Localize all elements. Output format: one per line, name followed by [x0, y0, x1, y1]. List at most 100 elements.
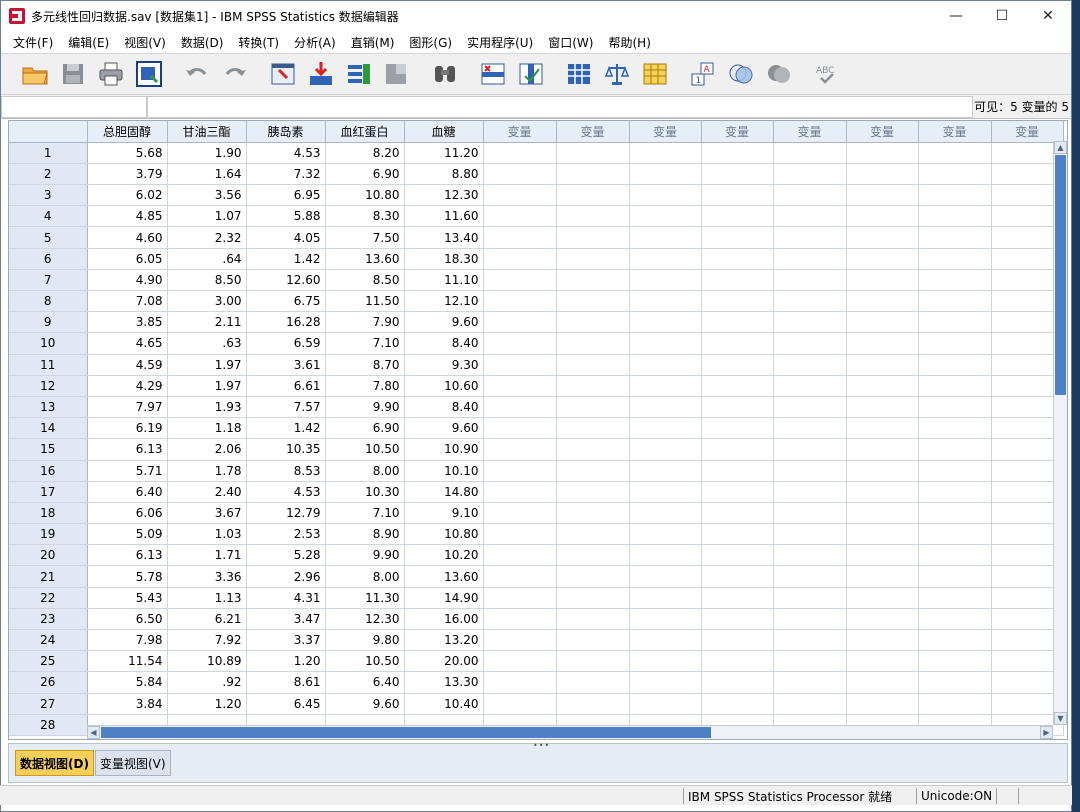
data-cell[interactable]: 9.90	[325, 396, 405, 419]
row-number-header[interactable]: 4	[9, 205, 88, 228]
variable-column-header[interactable]: 胰岛素	[246, 121, 326, 143]
empty-cell[interactable]	[701, 332, 774, 355]
data-cell[interactable]: 1.13	[167, 587, 247, 609]
empty-cell[interactable]	[556, 565, 630, 588]
data-cell[interactable]: 1.20	[167, 693, 247, 715]
data-cell[interactable]: 5.84	[87, 671, 168, 694]
empty-cell[interactable]	[556, 544, 630, 567]
empty-cell[interactable]	[629, 608, 702, 631]
empty-cell[interactable]	[629, 693, 702, 715]
empty-cell[interactable]	[846, 460, 919, 482]
data-cell[interactable]: 3.61	[246, 354, 326, 376]
empty-cell[interactable]	[483, 184, 557, 207]
empty-cell[interactable]	[846, 226, 919, 249]
splitter-handle-icon[interactable]: •••	[533, 741, 550, 750]
empty-cell[interactable]	[629, 311, 702, 334]
empty-cell[interactable]	[918, 396, 992, 419]
empty-cell[interactable]	[556, 671, 630, 694]
empty-cell[interactable]	[701, 375, 774, 397]
empty-cell[interactable]	[701, 502, 774, 525]
split-file-icon[interactable]	[563, 58, 595, 90]
empty-cell[interactable]	[556, 438, 630, 461]
empty-cell[interactable]	[773, 460, 847, 482]
empty-cell[interactable]	[846, 290, 919, 313]
empty-cell[interactable]	[773, 481, 847, 503]
data-cell[interactable]: 6.05	[87, 248, 168, 270]
data-cell[interactable]: 9.10	[404, 502, 484, 525]
data-cell[interactable]: 6.02	[87, 184, 168, 207]
data-cell[interactable]: 2.53	[246, 523, 326, 546]
data-cell[interactable]: 10.10	[404, 460, 484, 482]
empty-cell[interactable]	[918, 375, 992, 397]
empty-cell[interactable]	[629, 396, 702, 419]
row-number-header[interactable]: 1	[9, 142, 88, 164]
empty-cell[interactable]	[918, 290, 992, 313]
empty-cell[interactable]	[556, 587, 630, 609]
row-number-header[interactable]: 9	[9, 311, 88, 334]
empty-cell[interactable]	[701, 184, 774, 207]
empty-cell[interactable]	[629, 629, 702, 652]
minimize-button[interactable]: —	[933, 1, 979, 31]
data-cell[interactable]: 10.40	[404, 693, 484, 715]
empty-cell[interactable]	[918, 523, 992, 546]
empty-cell[interactable]	[846, 248, 919, 270]
empty-cell[interactable]	[483, 163, 557, 186]
data-cell[interactable]: 5.43	[87, 587, 168, 609]
empty-cell[interactable]	[846, 587, 919, 609]
empty-cell[interactable]	[918, 671, 992, 694]
empty-cell[interactable]	[846, 269, 919, 292]
row-number-header[interactable]: 14	[9, 417, 88, 440]
empty-cell[interactable]	[918, 354, 992, 376]
data-cell[interactable]: 12.60	[246, 269, 326, 292]
empty-cell[interactable]	[483, 290, 557, 313]
empty-cell[interactable]	[629, 671, 702, 694]
menu-data[interactable]: 数据(D)	[175, 34, 233, 51]
empty-cell[interactable]	[773, 142, 847, 164]
empty-cell[interactable]	[556, 396, 630, 419]
empty-cell[interactable]	[773, 163, 847, 186]
empty-cell[interactable]	[629, 163, 702, 186]
data-cell[interactable]: 6.21	[167, 608, 247, 631]
empty-cell[interactable]	[773, 396, 847, 419]
empty-cell[interactable]	[701, 481, 774, 503]
data-cell[interactable]: 8.50	[167, 269, 247, 292]
open-folder-icon[interactable]	[19, 58, 51, 90]
empty-cell[interactable]	[701, 417, 774, 440]
data-cell[interactable]: 8.53	[246, 460, 326, 482]
variables-icon[interactable]	[343, 58, 375, 90]
data-cell[interactable]: 9.30	[404, 354, 484, 376]
empty-cell[interactable]	[846, 629, 919, 652]
data-cell[interactable]: 8.40	[404, 332, 484, 355]
empty-cell[interactable]	[556, 332, 630, 355]
empty-cell[interactable]	[483, 629, 557, 652]
empty-cell[interactable]	[556, 375, 630, 397]
data-cell[interactable]: 6.59	[246, 332, 326, 355]
empty-cell[interactable]	[556, 290, 630, 313]
empty-cell[interactable]	[629, 565, 702, 588]
empty-cell[interactable]	[556, 693, 630, 715]
data-cell[interactable]: 8.90	[325, 523, 405, 546]
data-cell[interactable]: 12.30	[404, 184, 484, 207]
data-cell[interactable]: 5.88	[246, 205, 326, 228]
empty-cell[interactable]	[846, 544, 919, 567]
data-cell[interactable]: 7.10	[325, 332, 405, 355]
empty-cell[interactable]	[846, 417, 919, 440]
row-number-header[interactable]: 17	[9, 481, 88, 503]
data-cell[interactable]: 7.10	[325, 502, 405, 525]
show-all-variables-icon[interactable]	[763, 58, 795, 90]
empty-cell[interactable]	[773, 311, 847, 334]
data-cell[interactable]: 4.53	[246, 481, 326, 503]
variable-column-header[interactable]: 甘油三酯	[167, 121, 247, 143]
empty-cell[interactable]	[846, 693, 919, 715]
empty-cell[interactable]	[701, 354, 774, 376]
empty-cell[interactable]	[483, 375, 557, 397]
empty-cell[interactable]	[846, 332, 919, 355]
empty-variable-column-header[interactable]: 变量	[846, 121, 919, 143]
empty-cell[interactable]	[918, 226, 992, 249]
empty-cell[interactable]	[846, 163, 919, 186]
data-cell[interactable]: 4.65	[87, 332, 168, 355]
empty-cell[interactable]	[483, 523, 557, 546]
data-cell[interactable]: 7.08	[87, 290, 168, 313]
empty-cell[interactable]	[629, 460, 702, 482]
row-number-header[interactable]: 2	[9, 163, 88, 186]
